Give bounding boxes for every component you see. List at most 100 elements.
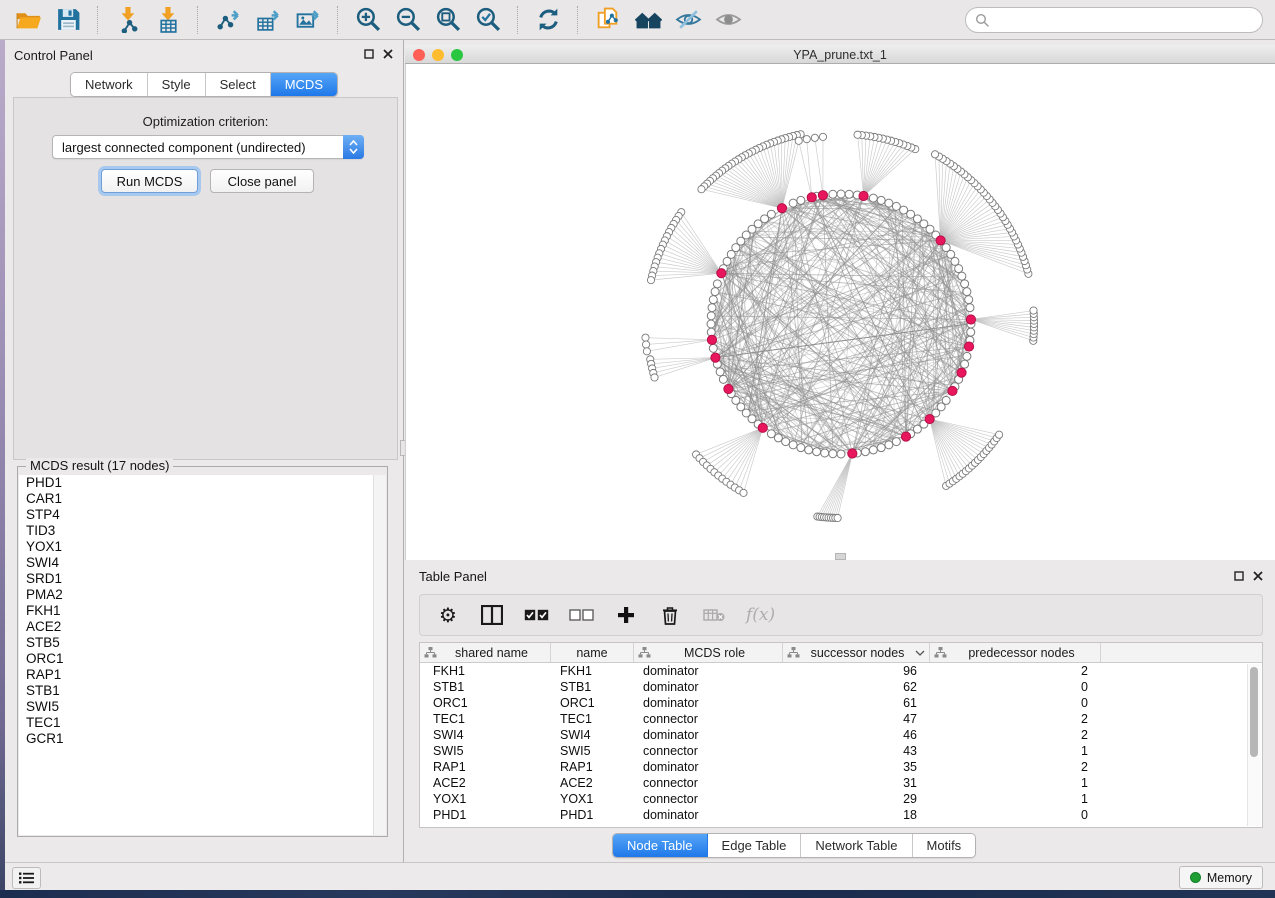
add-column-button[interactable] <box>614 601 638 629</box>
network-node[interactable] <box>877 196 885 204</box>
network-leaf-node[interactable] <box>698 186 705 193</box>
zoom-fit-button[interactable] <box>428 3 468 37</box>
mcds-result-item[interactable]: STP4 <box>19 507 373 523</box>
tab-node-table[interactable]: Node Table <box>613 834 708 857</box>
network-node[interactable] <box>707 320 715 328</box>
tab-style[interactable]: Style <box>148 73 206 96</box>
table-row[interactable]: PHD1PHD1dominator180 <box>420 807 1248 823</box>
network-leaf-node[interactable] <box>931 151 938 158</box>
network-node[interactable] <box>829 450 837 458</box>
network-node[interactable] <box>723 257 731 265</box>
network-node[interactable] <box>708 304 716 312</box>
search-input[interactable] <box>995 9 1262 31</box>
zoom-in-button[interactable] <box>348 3 388 37</box>
network-node[interactable] <box>845 190 853 198</box>
network-node[interactable] <box>709 296 717 304</box>
show-all-button[interactable] <box>708 3 748 37</box>
column-header-shared-name[interactable]: shared name <box>420 643 551 662</box>
mcds-result-item[interactable]: YOX1 <box>19 539 373 555</box>
network-node[interactable] <box>782 438 790 446</box>
mcds-result-item[interactable]: PHD1 <box>19 475 373 491</box>
network-leaf-node[interactable] <box>803 136 810 143</box>
mcds-hub-node[interactable] <box>848 449 857 458</box>
memory-button[interactable]: Memory <box>1179 866 1263 889</box>
split-panel-button[interactable] <box>480 601 504 629</box>
network-node[interactable] <box>711 288 719 296</box>
network-canvas[interactable] <box>405 64 1275 560</box>
mcds-result-item[interactable]: STB5 <box>19 635 373 651</box>
mcds-hub-node[interactable] <box>777 204 786 213</box>
network-node[interactable] <box>829 190 837 198</box>
table-row[interactable]: SWI4SWI4dominator462 <box>420 727 1248 743</box>
network-leaf-node[interactable] <box>643 348 650 355</box>
column-header-MCDS-role[interactable]: MCDS role <box>634 643 783 662</box>
table-row[interactable]: STB1STB1dominator620 <box>420 679 1248 695</box>
mcds-hub-node[interactable] <box>966 315 975 324</box>
network-node[interactable] <box>963 352 971 360</box>
network-node[interactable] <box>966 304 974 312</box>
column-header-successor-nodes[interactable]: successor nodes <box>783 643 930 662</box>
table-row[interactable]: FKH1FKH1dominator962 <box>420 663 1248 679</box>
mcds-result-item[interactable]: RAP1 <box>19 667 373 683</box>
mcds-hub-node[interactable] <box>707 335 716 344</box>
table-row[interactable]: YOX1YOX1connector291 <box>420 791 1248 807</box>
deselect-all-columns-button[interactable] <box>569 601 594 629</box>
mcds-hub-node[interactable] <box>711 353 720 362</box>
network-node[interactable] <box>837 450 845 458</box>
network-node[interactable] <box>774 434 782 442</box>
search-field[interactable] <box>965 7 1263 33</box>
tab-select[interactable]: Select <box>206 73 271 96</box>
network-node[interactable] <box>797 196 805 204</box>
network-node[interactable] <box>961 280 969 288</box>
import-table-button[interactable] <box>148 3 188 37</box>
network-node[interactable] <box>869 446 877 454</box>
open-file-button[interactable] <box>8 3 48 37</box>
delete-column-button[interactable] <box>658 601 682 629</box>
network-node[interactable] <box>716 368 724 376</box>
network-node[interactable] <box>861 448 869 456</box>
network-node[interactable] <box>877 444 885 452</box>
network-leaf-node[interactable] <box>1030 307 1037 314</box>
mcds-hub-node[interactable] <box>807 193 816 202</box>
mcds-result-item[interactable]: ACE2 <box>19 619 373 635</box>
mcds-hub-node[interactable] <box>717 269 726 278</box>
mcds-hub-node[interactable] <box>901 432 910 441</box>
network-node[interactable] <box>885 441 893 449</box>
network-leaf-node[interactable] <box>647 277 654 284</box>
mcds-result-scrollbar[interactable] <box>373 475 386 835</box>
tab-network-table[interactable]: Network Table <box>801 834 912 857</box>
table-row[interactable]: SWI5SWI5connector431 <box>420 743 1248 759</box>
network-node[interactable] <box>707 312 715 320</box>
table-scrollbar[interactable] <box>1247 664 1261 826</box>
mcds-hub-node[interactable] <box>948 386 957 395</box>
table-row[interactable]: RAP1RAP1dominator352 <box>420 759 1248 775</box>
table-settings-button[interactable]: ⚙ <box>436 601 460 629</box>
network-node[interactable] <box>869 194 877 202</box>
network-titlebar[interactable]: YPA_prune.txt_1 <box>405 45 1275 64</box>
network-leaf-node[interactable] <box>995 431 1002 438</box>
mcds-hub-node[interactable] <box>859 191 868 200</box>
network-leaf-node[interactable] <box>811 134 818 141</box>
network-node[interactable] <box>813 448 821 456</box>
select-all-columns-button[interactable] <box>524 601 549 629</box>
network-node[interactable] <box>789 199 797 207</box>
close-panel-icon[interactable] <box>383 49 393 59</box>
network-node[interactable] <box>821 449 829 457</box>
network-node[interactable] <box>967 328 975 336</box>
mcds-result-item[interactable]: TID3 <box>19 523 373 539</box>
network-node[interactable] <box>719 375 727 383</box>
network-leaf-node[interactable] <box>795 137 802 144</box>
export-image-button[interactable] <box>288 3 328 37</box>
tab-mcds[interactable]: MCDS <box>271 73 337 96</box>
mcds-result-item[interactable]: ORC1 <box>19 651 373 667</box>
network-node[interactable] <box>963 288 971 296</box>
network-node[interactable] <box>797 444 805 452</box>
mcds-result-item[interactable]: FKH1 <box>19 603 373 619</box>
network-node[interactable] <box>709 344 717 352</box>
zoom-out-button[interactable] <box>388 3 428 37</box>
network-node[interactable] <box>958 272 966 280</box>
canvas-table-divider-handle[interactable] <box>835 553 846 560</box>
close-panel-button[interactable]: Close panel <box>210 169 314 193</box>
table-scrollbar-thumb[interactable] <box>1250 667 1258 757</box>
network-node[interactable] <box>892 438 900 446</box>
